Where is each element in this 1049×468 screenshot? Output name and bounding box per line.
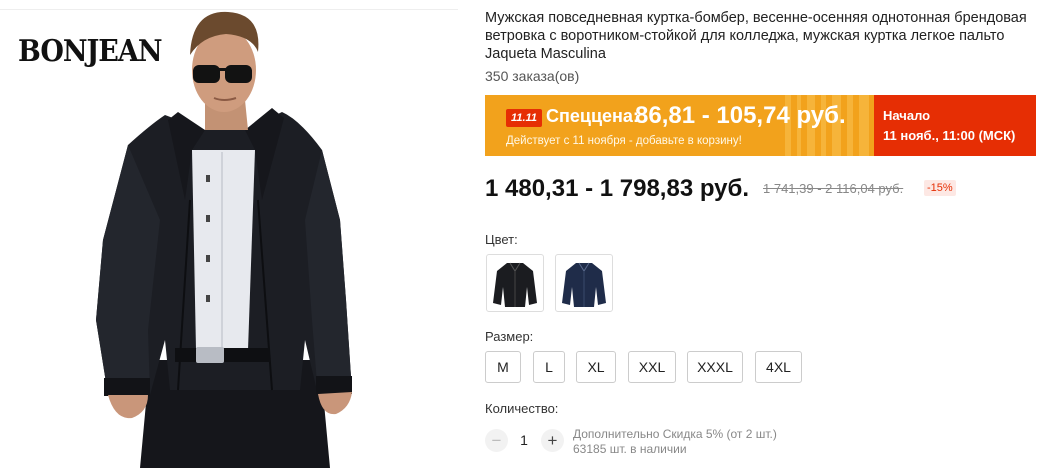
bulk-discount-note: Дополнительно Скидка 5% (от 2 шт.) xyxy=(573,427,777,441)
quantity-note: Дополнительно Скидка 5% (от 2 шт.) 63185… xyxy=(573,427,777,457)
promo-label: Спеццена: xyxy=(546,106,639,126)
navy-jacket-icon xyxy=(562,262,606,307)
current-price: 1 480,31 - 1 798,83 руб. xyxy=(485,175,750,202)
color-label: Цвет: xyxy=(485,232,518,247)
quantity-value[interactable]: 1 xyxy=(516,432,532,448)
size-option-m[interactable]: M xyxy=(485,351,521,383)
size-option-4xl[interactable]: 4XL xyxy=(755,351,802,383)
promo-start-date: 11 нояб., 11:00 (МСК) xyxy=(883,128,1016,143)
size-option-xxxl[interactable]: XXXL xyxy=(687,351,743,383)
quantity-decrease-button[interactable]: − xyxy=(485,429,508,452)
discount-badge: -15% xyxy=(924,180,956,196)
stock-note: 63185 шт. в наличии xyxy=(573,442,687,456)
old-price: 1 741,39 - 2 116,04 руб. xyxy=(763,181,904,196)
promo-start-box: Начало 11 нояб., 11:00 (МСК) xyxy=(874,95,1036,156)
promo-subtitle: Действует с 11 ноября - добавьте в корзи… xyxy=(506,135,742,147)
color-swatch-black[interactable] xyxy=(486,254,544,312)
product-image[interactable]: BONJEAN xyxy=(0,0,458,468)
promo-banner: 11.11 Спеццена: 86,81 - 105,74 руб. Дейс… xyxy=(485,95,1036,156)
promo-price: 86,81 - 105,74 руб. xyxy=(635,102,846,129)
size-option-l[interactable]: L xyxy=(533,351,565,383)
sale-badge: 11.11 xyxy=(506,109,542,127)
color-swatch-navy[interactable] xyxy=(555,254,613,312)
size-option-xxl[interactable]: XXL xyxy=(628,351,676,383)
orders-count: 350 заказа(ов) xyxy=(485,68,580,84)
model-illustration xyxy=(96,11,352,468)
size-option-xl[interactable]: XL xyxy=(576,351,616,383)
product-title: Мужская повседневная куртка-бомбер, весе… xyxy=(485,10,1027,62)
promo-start-label: Начало xyxy=(883,108,931,123)
quantity-increase-button[interactable]: + xyxy=(541,429,564,452)
size-label: Размер: xyxy=(485,329,534,344)
black-jacket-icon xyxy=(493,262,537,307)
quantity-label: Количество: xyxy=(485,401,559,416)
